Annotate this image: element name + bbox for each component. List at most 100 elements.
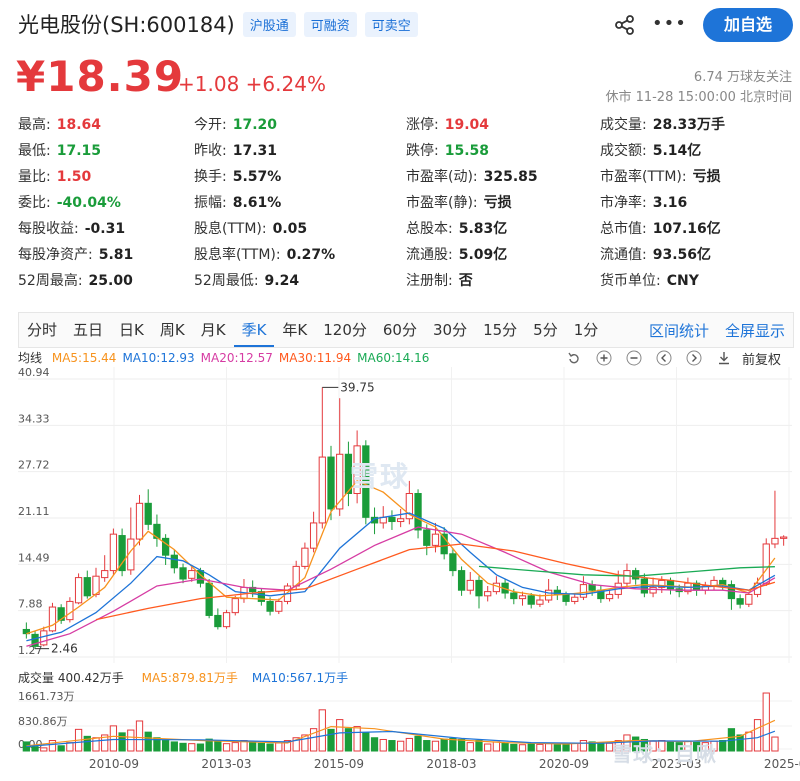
- volume-bar: [414, 735, 422, 752]
- y-tick-label: 21.11: [18, 505, 50, 518]
- tag-short[interactable]: 可卖空: [364, 11, 418, 37]
- period-tab[interactable]: 1分: [566, 313, 607, 347]
- volume-bar: [719, 740, 727, 752]
- candle: [222, 612, 231, 628]
- quote-value: 5.83亿: [458, 221, 508, 237]
- ma-title: 均线: [18, 351, 43, 365]
- stock-name: 光电股份(SH:600184): [18, 13, 235, 37]
- period-tab[interactable]: 年K: [274, 313, 315, 347]
- candle: [423, 529, 431, 546]
- followers-count: 6.74 万球友关注: [693, 70, 792, 85]
- period-tab[interactable]: 日K: [111, 313, 152, 347]
- candle: [510, 592, 518, 600]
- candle: [780, 536, 788, 539]
- volume-bar: [40, 747, 48, 752]
- period-tab[interactable]: 60分: [375, 313, 425, 347]
- candle: [605, 593, 614, 600]
- candle: [83, 577, 91, 597]
- quote-item: 量比: 1.50: [18, 164, 91, 190]
- quote-label: 股息(TTM):: [194, 221, 267, 237]
- vol-tick-label: 830.86万: [18, 715, 68, 728]
- quote-value: 1.50: [56, 169, 92, 185]
- quote-value: 0.05: [272, 221, 308, 237]
- quote-value: 8.61%: [232, 195, 282, 211]
- quote-item: 总市值: 107.16亿: [600, 216, 721, 242]
- period-tab[interactable]: 季K: [233, 313, 275, 347]
- quote-item: 货币单位: CNY: [600, 268, 699, 294]
- more-icon[interactable]: •••: [652, 13, 686, 35]
- candle: [48, 606, 57, 632]
- watermark-corner: 雪球：目啾: [612, 742, 717, 766]
- period-tab[interactable]: 五日: [65, 313, 111, 347]
- fullscreen-link[interactable]: 全屏显示: [717, 320, 793, 341]
- period-tab[interactable]: 5分: [525, 313, 566, 347]
- volume-bar: [66, 742, 74, 752]
- candle: [309, 522, 318, 549]
- volume-bar: [527, 743, 535, 752]
- x-tick-label: 2018-03: [426, 757, 477, 771]
- volume-bar: [109, 725, 118, 752]
- quote-item: 52周最低: 9.24: [194, 268, 299, 294]
- quote-label: 最高:: [18, 117, 51, 133]
- download-icon[interactable]: [716, 350, 732, 366]
- candle: [736, 598, 744, 605]
- zoom-in-icon[interactable]: [596, 350, 612, 366]
- quote-label: 总股本:: [406, 221, 453, 237]
- candle: [632, 570, 640, 580]
- quote-item: 流通股: 5.09亿: [406, 242, 507, 268]
- period-tab[interactable]: 周K: [152, 313, 193, 347]
- y-tick-label: 14.49: [18, 551, 50, 564]
- quote-value: 亏损: [692, 169, 721, 185]
- x-tick-label: 2013-03: [201, 757, 252, 771]
- quote-item: 流通值: 93.56亿: [600, 242, 711, 268]
- quote-label: 注册制:: [406, 273, 453, 289]
- period-tab[interactable]: 分时: [19, 313, 65, 347]
- share-icon[interactable]: [612, 14, 638, 36]
- quote-label: 换手:: [194, 169, 227, 185]
- tag-hugutong[interactable]: 沪股通: [242, 11, 296, 37]
- period-tab[interactable]: 月K: [193, 313, 234, 347]
- quote-item: 总股本: 5.83亿: [406, 216, 507, 242]
- quote-value: 28.33万手: [652, 117, 726, 133]
- adjust-mode-select[interactable]: 前复权: [742, 349, 781, 368]
- vol-ma-legend-item: MA5:879.81万手: [141, 671, 238, 685]
- candle: [457, 570, 466, 591]
- add-watchlist-button[interactable]: 加自选: [703, 8, 793, 42]
- quote-label: 市盈率(静):: [406, 195, 478, 211]
- quote-value: 325.85: [483, 169, 538, 185]
- candle: [214, 614, 222, 628]
- candle: [188, 570, 196, 579]
- volume-bar: [753, 719, 762, 752]
- candle: [231, 598, 239, 614]
- volume-bar: [457, 738, 466, 752]
- change-percent: +6.24%: [245, 72, 326, 96]
- volume-bar: [492, 741, 501, 752]
- quote-value: 93.56亿: [652, 247, 712, 263]
- price-chart[interactable]: 40.94 34.33 27.72 21.11 14.49 7.88 1.27 39.75 2.…: [18, 367, 792, 663]
- period-tab[interactable]: 30分: [425, 313, 475, 347]
- period-tab[interactable]: 120分: [315, 313, 375, 347]
- quote-label: 每股收益:: [18, 221, 79, 237]
- candle: [318, 456, 326, 524]
- tag-margin[interactable]: 可融资: [303, 11, 357, 37]
- volume-bar: [222, 743, 231, 752]
- pan-left-icon[interactable]: [656, 350, 672, 366]
- volume-bar: [466, 742, 474, 752]
- candle: [101, 570, 109, 579]
- candle: [571, 596, 579, 602]
- volume-bar: [118, 732, 126, 752]
- candle: [449, 553, 457, 572]
- tab-actions: 区间统计 全屏显示: [641, 320, 793, 341]
- volume-bar: [388, 740, 396, 752]
- quote-item: 市盈率(静): 亏损: [406, 190, 512, 216]
- quote-value: 17.20: [232, 117, 278, 133]
- quote-item: 市盈率(动): 325.85: [406, 164, 538, 190]
- zoom-out-icon[interactable]: [626, 350, 642, 366]
- change-amount: +1.08: [178, 72, 240, 96]
- reset-icon[interactable]: [566, 350, 582, 366]
- pan-right-icon[interactable]: [686, 350, 702, 366]
- quote-item: 52周最高: 25.00: [18, 268, 133, 294]
- period-tab[interactable]: 15分: [475, 313, 525, 347]
- range-stats-link[interactable]: 区间统计: [641, 320, 717, 341]
- quote-item: 委比: -40.04%: [18, 190, 121, 216]
